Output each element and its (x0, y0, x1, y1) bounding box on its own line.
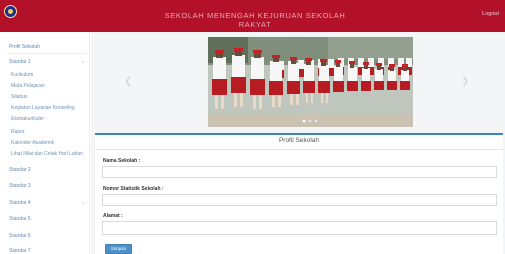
carousel-image (208, 37, 413, 127)
sidebar-item-standar-2[interactable]: Standar 2 (9, 167, 31, 173)
sidebar-subitem-ekstrakurikuler[interactable]: Ekstrakurikuler (11, 116, 44, 122)
panel-divider (95, 149, 503, 150)
simpan-button[interactable]: Simpan (105, 244, 132, 254)
alamat-textarea[interactable] (102, 221, 497, 235)
app-title: Sekolah Menengah Kejuruan Sekolah Rakyat (164, 11, 346, 29)
sidebar-subitem-kalender-akademik[interactable]: Kalender Akademik (11, 140, 54, 146)
chevron-right-icon[interactable]: ❯ (461, 76, 469, 87)
profil-sekolah-panel: Profil Sekolah Nama Sekolah : Nomor Stat… (95, 133, 503, 254)
chevron-down-icon[interactable]: ⌄ (81, 59, 85, 65)
sidebar-subitem-kurikulum[interactable]: Kurikulum (11, 72, 33, 78)
sidebar-item-standar-5[interactable]: Standar 5 (9, 216, 31, 222)
chevron-left-icon[interactable]: ❮ (124, 76, 132, 87)
sidebar: Profil Sekolah Standar 1 ⌄ Kurikulum Mat… (0, 32, 90, 254)
logout-link[interactable]: Logout (482, 11, 499, 17)
sidebar-item-standar-6[interactable]: Standar 6 (9, 233, 31, 239)
school-logo (4, 5, 17, 18)
nomor-statistik-label: Nomor Statistik Sekolah : (103, 186, 164, 192)
sidebar-subitem-layanan-konseling[interactable]: Kegiatan Layanan Konseling (11, 105, 75, 111)
sidebar-item-standar-4[interactable]: Standar 4 (9, 200, 31, 206)
sidebar-subitem-silabus[interactable]: Silabus (11, 94, 27, 100)
sidebar-divider (7, 53, 87, 54)
students-photo (208, 37, 413, 127)
sidebar-item-standar-1[interactable]: Standar 1 (9, 59, 31, 65)
nama-sekolah-label: Nama Sekolah : (103, 158, 141, 164)
sidebar-item-standar-3[interactable]: Standar 3 (9, 183, 31, 189)
alamat-label: Alamat : (103, 213, 123, 219)
sidebar-subitem-lihat-nilai[interactable]: Lihat Nilai dan Cetak Hari Lahan (11, 151, 83, 157)
sidebar-subitem-rapor[interactable]: Rapor (11, 129, 25, 135)
nama-sekolah-input[interactable] (102, 166, 497, 178)
sidebar-item-profil-sekolah[interactable]: Profil Sekolah (9, 44, 40, 50)
sidebar-item-standar-7[interactable]: Standar 7 (9, 248, 31, 254)
nomor-statistik-input[interactable] (102, 194, 497, 206)
chevron-down-icon[interactable]: ⌄ (81, 200, 85, 206)
panel-title: Profil Sekolah (278, 137, 320, 144)
top-header: Sekolah Menengah Kejuruan Sekolah Rakyat… (0, 0, 505, 32)
sidebar-subitem-mata-pelajaran[interactable]: Mata Pelajaran (11, 83, 45, 89)
